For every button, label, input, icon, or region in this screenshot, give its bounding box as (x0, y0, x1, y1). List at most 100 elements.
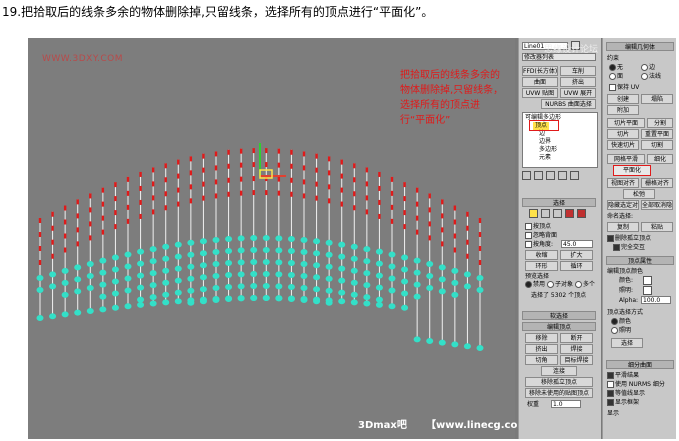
select-vertex-color-button[interactable]: 选择 (611, 338, 643, 348)
subobject-icons (529, 209, 593, 221)
preview-multi-radio[interactable]: 多个 (575, 280, 595, 289)
hide-selected-button[interactable]: 隐藏选定对象 (607, 200, 639, 210)
color-label: 颜色: (619, 277, 634, 284)
constraint-normal-radio[interactable]: 法线 (641, 72, 661, 81)
ffd-box-button[interactable]: FFD(长方体) (522, 66, 558, 76)
nurbs-surface-select-button[interactable]: NURBS 曲面选择 (541, 99, 596, 109)
modifier-stack[interactable]: 可编辑多边形 顶点 边 边界 多边形 元素 (522, 112, 598, 168)
use-nurms-check[interactable]: 使用 NURMS 细分 (607, 380, 665, 389)
quickslice-button[interactable]: 快速切片 (607, 140, 639, 150)
remove-button[interactable]: 移除 (525, 333, 558, 343)
split-button[interactable]: 分割 (647, 118, 673, 128)
select-by-label: 顶点选择方式 (607, 309, 644, 316)
delete-isolated-check[interactable]: 删除孤立顶点 (607, 234, 651, 243)
stack-element[interactable]: 元素 (539, 154, 551, 162)
alpha-field[interactable]: 100.0 (641, 296, 671, 304)
preserve-uv-check[interactable]: 保持 UV (609, 83, 639, 92)
illumination-label: 照明: (619, 287, 634, 294)
vertex-mode-icon[interactable] (529, 209, 538, 218)
edit-geometry-panel: 编辑几何体 约束 无 边 面 法线 保持 UV 创建 塌陷 附加 切片平面 分割… (602, 38, 676, 439)
constraints-label: 约束 (607, 55, 620, 62)
surface-button[interactable]: 曲面 (522, 77, 558, 87)
weight-label: 权重 (527, 401, 540, 408)
soft-selection-header[interactable]: 软选择 (522, 311, 596, 320)
weight-field[interactable]: 1.0 (551, 400, 581, 408)
stack-polygon[interactable]: 多边形 (539, 146, 557, 154)
attach-button[interactable]: 附加 (607, 105, 639, 115)
3dsmax-screenshot: WWW.3DXY.COM 把拾取后的线条多余的物体删除掉,只留线条，选择所有的顶… (28, 38, 676, 439)
create-button[interactable]: 创建 (607, 94, 639, 104)
target-weld-button[interactable]: 目标焊接 (560, 355, 593, 365)
by-vertex-check[interactable]: 按顶点 (525, 222, 551, 231)
weld-button[interactable]: 焊接 (560, 344, 593, 354)
select-by-illum-radio[interactable]: 照明 (611, 326, 631, 335)
edge-mode-icon[interactable] (541, 209, 550, 218)
planarize-button[interactable]: 平面化 (613, 165, 651, 176)
select-by-color-radio[interactable]: 颜色 (611, 317, 631, 326)
remove-unused-map-vertices-button[interactable]: 移除未使用的贴图顶点 (525, 388, 593, 398)
isoline-display-check[interactable]: 等值线显示 (607, 389, 645, 398)
slice-plane-button[interactable]: 切片平面 (607, 118, 645, 128)
stack-toolbar (522, 171, 596, 183)
top-watermark: 思缘设计论坛 (544, 45, 599, 55)
polygon-mode-icon[interactable] (565, 209, 574, 218)
illumination-swatch[interactable] (643, 286, 652, 295)
stack-border[interactable]: 边界 (539, 138, 551, 146)
full-interactivity-check[interactable]: 完全交互 (613, 243, 645, 252)
stack-edge[interactable]: 边 (539, 130, 545, 138)
pin-stack-icon[interactable] (522, 171, 531, 180)
perspective-viewport[interactable]: WWW.3DXY.COM 把拾取后的线条多余的物体删除掉,只留线条，选择所有的顶… (28, 38, 602, 439)
smooth-result-check[interactable]: 平滑结果 (607, 371, 639, 380)
shrink-button[interactable]: 收缩 (525, 250, 558, 260)
constraint-face-radio[interactable]: 面 (609, 72, 623, 81)
break-button[interactable]: 断开 (560, 333, 593, 343)
paste-button[interactable]: 粘贴 (641, 222, 673, 232)
selection-rollout-header[interactable]: 选择 (522, 198, 596, 207)
step-caption: 19.把拾取后的线条多余的物体删除掉,只留线条，选择所有的顶点进行“平面化”。 (2, 5, 434, 19)
constraint-none-radio[interactable]: 无 (609, 63, 623, 72)
remove-modifier-icon[interactable] (558, 171, 567, 180)
show-end-result-icon[interactable] (534, 171, 543, 180)
angle-field[interactable]: 45.0 (561, 240, 593, 248)
edit-vertex-colors-label: 编辑顶点颜色 (607, 268, 644, 275)
constraint-edge-radio[interactable]: 边 (641, 63, 655, 72)
named-selections-label: 命名选择: (607, 213, 634, 220)
edit-geometry-header[interactable]: 编辑几何体 (606, 42, 674, 51)
extrude-vertex-button[interactable]: 挤出 (525, 344, 558, 354)
pointer-arrow (28, 38, 515, 439)
by-angle-check[interactable]: 按角度: (525, 240, 553, 249)
show-cage-check[interactable]: 显示框架 (607, 398, 639, 407)
chamfer-button[interactable]: 切角 (525, 355, 558, 365)
unhide-all-button[interactable]: 全部取消隐藏 (641, 200, 673, 210)
element-mode-icon[interactable] (577, 209, 586, 218)
vertex-color-swatch[interactable] (643, 276, 652, 285)
tessellate-button[interactable]: 细化 (647, 154, 673, 164)
lathe-button[interactable]: 车削 (560, 66, 596, 76)
grow-button[interactable]: 扩大 (560, 250, 593, 260)
slice-button[interactable]: 切片 (607, 129, 639, 139)
border-mode-icon[interactable] (553, 209, 562, 218)
cut-button[interactable]: 切割 (641, 140, 673, 150)
vertex-properties-header[interactable]: 顶点属性 (606, 256, 674, 265)
loop-button[interactable]: 循环 (560, 261, 593, 271)
preview-subobject-radio[interactable]: 子对象 (547, 280, 573, 289)
extrude-button[interactable]: 挤出 (560, 77, 596, 87)
remove-isolated-vertices-button[interactable]: 移除孤立顶点 (525, 377, 593, 387)
configure-sets-icon[interactable] (570, 171, 579, 180)
copy-button[interactable]: 复制 (607, 222, 639, 232)
collapse-button[interactable]: 塌陷 (641, 94, 673, 104)
relax-button[interactable]: 松弛 (623, 189, 655, 199)
preview-disabled-radio[interactable]: 禁用 (525, 280, 545, 289)
ring-button[interactable]: 环形 (525, 261, 558, 271)
edit-vertices-header[interactable]: 编辑顶点 (522, 322, 596, 331)
uvw-map-button[interactable]: UVW 贴图 (522, 88, 558, 98)
ignore-backfacing-check[interactable]: 忽略背面 (525, 231, 557, 240)
grid-align-button[interactable]: 栅格对齐 (641, 178, 673, 188)
unwrap-uvw-button[interactable]: UVW 展开 (560, 88, 596, 98)
connect-button[interactable]: 连接 (541, 366, 577, 376)
subdivision-surface-header[interactable]: 细分曲面 (606, 360, 674, 369)
reset-plane-button[interactable]: 重置平面 (641, 129, 673, 139)
meshsmooth-button[interactable]: 网格平滑 (607, 154, 645, 164)
make-unique-icon[interactable] (546, 171, 555, 180)
view-align-button[interactable]: 视图对齐 (607, 178, 639, 188)
